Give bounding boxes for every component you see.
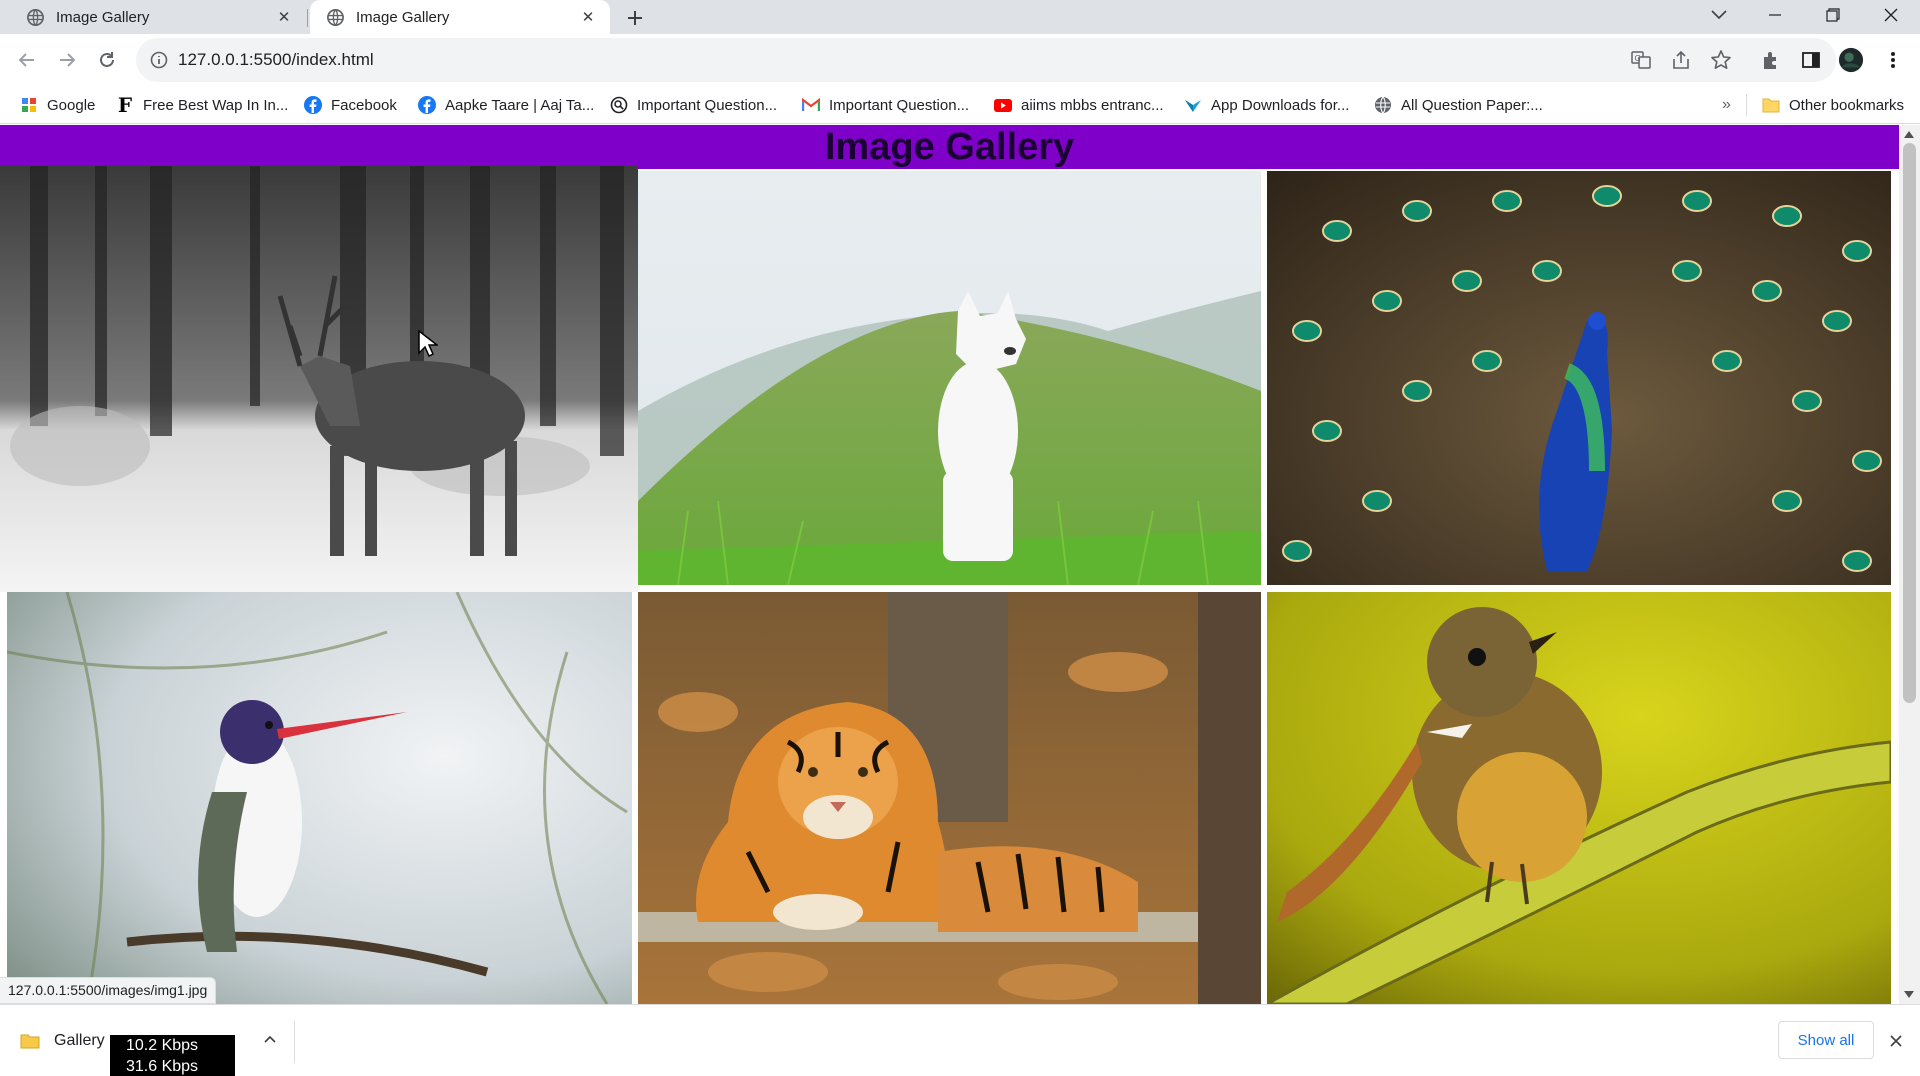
globe-icon bbox=[326, 8, 345, 27]
download-shelf: Gallery 10.2 Kbps 31.6 Kbps Show all bbox=[0, 1004, 1920, 1076]
tab-strip: Image Gallery ✕ Image Gallery ✕ bbox=[0, 0, 1920, 34]
bookmark-aiims[interactable]: aiims mbbs entranc... bbox=[994, 94, 1164, 116]
new-tab-button[interactable] bbox=[622, 5, 648, 31]
bookmark-important-question-2[interactable]: Important Question... bbox=[802, 94, 969, 116]
bookmark-free-best-wap[interactable]: F Free Best Wap In In... bbox=[116, 93, 289, 117]
restore-icon[interactable] bbox=[1810, 0, 1856, 30]
tab-image-gallery-1[interactable]: Image Gallery ✕ bbox=[0, 0, 306, 34]
tab-title: Image Gallery bbox=[356, 8, 450, 26]
side-panel-icon[interactable] bbox=[1798, 47, 1824, 73]
page-scrollbar[interactable] bbox=[1899, 125, 1920, 1004]
star-icon[interactable] bbox=[1710, 49, 1732, 71]
svg-text:G: G bbox=[1635, 54, 1641, 63]
gallery-image-peacock[interactable] bbox=[1267, 171, 1891, 585]
globe-icon bbox=[1374, 96, 1392, 114]
gallery-header: Image Gallery bbox=[0, 125, 1899, 169]
bookmark-aapke-taare[interactable]: Aapke Taare | Aaj Ta... bbox=[418, 94, 594, 116]
bookmarks-divider bbox=[1746, 94, 1747, 116]
tab-title: Image Gallery bbox=[56, 8, 150, 26]
bookmark-label: Free Best Wap In In... bbox=[143, 96, 289, 114]
bookmarks-overflow-chevron[interactable]: » bbox=[1722, 94, 1731, 116]
gallery-image-hummingbird[interactable] bbox=[7, 592, 632, 1004]
search-site-icon bbox=[610, 96, 628, 114]
shelf-divider bbox=[294, 1021, 295, 1063]
other-bookmarks[interactable]: Other bookmarks bbox=[1762, 94, 1904, 116]
facebook-icon bbox=[418, 96, 436, 114]
bookmark-label: Facebook bbox=[331, 96, 397, 114]
tab-image-gallery-2[interactable]: Image Gallery ✕ bbox=[310, 0, 610, 34]
url-text[interactable]: 127.0.0.1:5500/index.html bbox=[178, 50, 374, 70]
bookmark-app-downloads[interactable]: App Downloads for... bbox=[1184, 94, 1349, 116]
youtube-icon bbox=[994, 96, 1012, 114]
mouse-cursor-icon bbox=[418, 330, 438, 358]
browser-toolbar: 127.0.0.1:5500/index.html G bbox=[0, 34, 1920, 86]
close-tab-icon[interactable]: ✕ bbox=[273, 6, 295, 28]
back-icon[interactable] bbox=[14, 47, 40, 73]
facebook-icon bbox=[304, 96, 322, 114]
other-bookmarks-label: Other bookmarks bbox=[1789, 96, 1905, 114]
network-speed-overlay: 10.2 Kbps 31.6 Kbps bbox=[110, 1035, 235, 1076]
close-shelf-icon[interactable] bbox=[1884, 1029, 1908, 1053]
tab-search-chevron-icon[interactable] bbox=[1696, 0, 1742, 30]
google-apps-icon bbox=[20, 96, 38, 114]
bookmark-label: Aapke Taare | Aaj Ta... bbox=[445, 96, 595, 114]
scroll-up-arrow[interactable] bbox=[1904, 131, 1914, 138]
scroll-down-arrow[interactable] bbox=[1904, 991, 1914, 998]
bookmark-label: Important Question... bbox=[637, 96, 778, 114]
gallery-image-bird-branch[interactable] bbox=[1267, 592, 1891, 1004]
gmail-icon bbox=[802, 96, 820, 114]
download-filename: Gallery bbox=[54, 1032, 105, 1049]
f-letter-icon: F bbox=[117, 93, 133, 117]
bookmark-label: App Downloads for... bbox=[1211, 96, 1350, 114]
download-item[interactable]: Gallery bbox=[20, 1027, 105, 1055]
close-window-icon[interactable] bbox=[1868, 0, 1914, 30]
gallery-image-tiger[interactable] bbox=[638, 592, 1261, 1004]
profile-avatar[interactable] bbox=[1838, 47, 1864, 73]
menu-kebab-icon[interactable] bbox=[1880, 47, 1906, 73]
close-tab-icon[interactable]: ✕ bbox=[577, 6, 599, 28]
net-upload-speed: 31.6 Kbps bbox=[126, 1058, 199, 1075]
gallery-image-husky[interactable] bbox=[638, 171, 1261, 585]
bookmark-label: All Question Paper:... bbox=[1401, 96, 1543, 114]
translate-icon[interactable]: G bbox=[1630, 49, 1652, 71]
bookmark-label: Google bbox=[47, 96, 96, 114]
share-icon[interactable] bbox=[1670, 49, 1692, 71]
bookmark-google[interactable]: Google bbox=[20, 94, 95, 116]
bookmark-label: Important Question... bbox=[829, 96, 970, 114]
folder-icon bbox=[20, 1033, 40, 1049]
app-icon bbox=[1184, 96, 1202, 114]
bookmark-all-question-paper[interactable]: All Question Paper:... bbox=[1374, 94, 1543, 116]
site-info-icon[interactable] bbox=[150, 51, 168, 69]
bookmark-label: aiims mbbs entranc... bbox=[1021, 96, 1164, 114]
status-link-preview: 127.0.0.1:5500/images/img1.jpg bbox=[0, 977, 217, 1004]
bookmark-facebook[interactable]: Facebook bbox=[304, 94, 397, 116]
bookmark-important-question-1[interactable]: Important Question... bbox=[610, 94, 777, 116]
extensions-icon[interactable] bbox=[1758, 47, 1784, 73]
globe-icon bbox=[26, 8, 45, 27]
net-download-speed: 10.2 Kbps bbox=[126, 1037, 199, 1054]
minimize-icon[interactable] bbox=[1752, 0, 1798, 30]
folder-icon bbox=[1762, 96, 1780, 114]
page-title: Image Gallery bbox=[824, 126, 1075, 168]
show-all-downloads-button[interactable]: Show all bbox=[1778, 1021, 1874, 1059]
bookmarks-bar: Google F Free Best Wap In In... Facebook… bbox=[0, 86, 1920, 124]
address-bar[interactable]: 127.0.0.1:5500/index.html G bbox=[136, 38, 1836, 82]
download-menu-chevron-icon[interactable] bbox=[258, 1027, 282, 1051]
reload-icon[interactable] bbox=[94, 47, 120, 73]
scrollbar-thumb[interactable] bbox=[1903, 143, 1916, 703]
gallery-image-reindeer[interactable] bbox=[0, 166, 638, 592]
tab-divider bbox=[307, 9, 308, 27]
page-viewport: Image Gallery bbox=[0, 125, 1899, 1004]
forward-icon[interactable] bbox=[54, 47, 80, 73]
